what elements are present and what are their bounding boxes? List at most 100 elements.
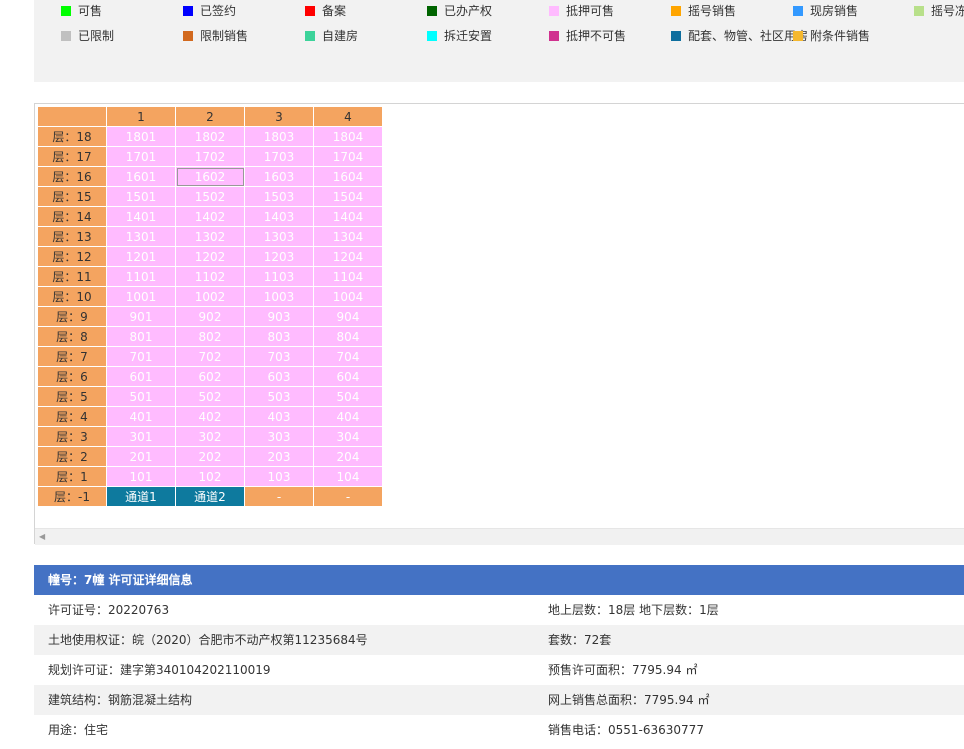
legend-label: 摇号冻 <box>931 4 964 18</box>
unit-cell[interactable]: 1204 <box>313 246 383 267</box>
unit-cell[interactable]: 804 <box>313 326 383 347</box>
legend-label: 配套、物管、社区用房 <box>688 29 809 43</box>
unit-cell[interactable]: 204 <box>313 446 383 467</box>
unit-cell[interactable]: 504 <box>313 386 383 407</box>
unit-cell[interactable]: 401 <box>106 406 176 427</box>
unit-cell[interactable]: 602 <box>175 366 245 387</box>
horizontal-scrollbar[interactable]: ◀ <box>35 528 964 545</box>
unit-cell[interactable]: 303 <box>244 426 314 447</box>
unit-cell[interactable]: 304 <box>313 426 383 447</box>
unit-cell[interactable]: 1501 <box>106 186 176 207</box>
unit-cell[interactable]: 701 <box>106 346 176 367</box>
unit-cell[interactable]: 1801 <box>106 126 176 147</box>
floor-label: 层：7 <box>37 346 107 367</box>
unit-cell[interactable]: 103 <box>244 466 314 487</box>
unit-cell[interactable]: 201 <box>106 446 176 467</box>
permit-info-right: 网上销售总面积：7795.94 ㎡ <box>548 693 710 707</box>
unit-cell[interactable]: 1601 <box>106 166 176 187</box>
unit-cell[interactable]: 503 <box>244 386 314 407</box>
unit-cell[interactable]: 502 <box>175 386 245 407</box>
legend-item: 现房销售 <box>793 3 858 19</box>
status-legend: 可售 已签约 备案 已办产权 抵押可售 摇号销售 现房销售 摇号冻 已限制 限制销售 自建房 拆迁安置… <box>34 0 964 82</box>
unit-cell[interactable]: 702 <box>175 346 245 367</box>
unit-cell[interactable]: 102 <box>175 466 245 487</box>
legend-item: 备案 <box>305 3 346 19</box>
floor-row: 层：16 1601 1602 1603 1604 <box>37 166 383 187</box>
unit-cell[interactable]: 704 <box>313 346 383 367</box>
legend-item: 抵押不可售 <box>549 28 626 44</box>
unit-cell[interactable]: 1701 <box>106 146 176 167</box>
unit-cell[interactable]: 501 <box>106 386 176 407</box>
unit-cell[interactable]: 1002 <box>175 286 245 307</box>
unit-cell[interactable]: 1104 <box>313 266 383 287</box>
unit-cell[interactable]: 1803 <box>244 126 314 147</box>
scroll-left-arrow-icon[interactable]: ◀ <box>39 532 45 542</box>
unit-cell[interactable]: 1502 <box>175 186 245 207</box>
unit-cell[interactable]: 1303 <box>244 226 314 247</box>
passage-cell[interactable]: 通道1 <box>106 486 176 507</box>
legend-item: 摇号冻 <box>914 3 964 19</box>
floor-row: 层：2 201 202 203 204 <box>37 446 383 467</box>
unit-cell[interactable]: 403 <box>244 406 314 427</box>
legend-label: 已签约 <box>200 4 237 18</box>
passage-cell[interactable]: 通道2 <box>175 486 245 507</box>
unit-cell[interactable]: 1401 <box>106 206 176 227</box>
unit-cell[interactable]: 1404 <box>313 206 383 227</box>
unit-cell[interactable]: 1602 <box>175 166 245 187</box>
unit-cell[interactable]: 104 <box>313 466 383 487</box>
unit-cell[interactable]: 1304 <box>313 226 383 247</box>
unit-cell[interactable]: 1402 <box>175 206 245 227</box>
unit-cell[interactable]: 903 <box>244 306 314 327</box>
unit-cell[interactable]: 1403 <box>244 206 314 227</box>
unit-cell[interactable]: 901 <box>106 306 176 327</box>
unit-cell[interactable]: 1703 <box>244 146 314 167</box>
unit-cell[interactable]: 1804 <box>313 126 383 147</box>
unit-cell[interactable]: 904 <box>313 306 383 327</box>
column-header: 3 <box>244 106 314 127</box>
column-header: 1 <box>106 106 176 127</box>
unit-cell[interactable]: 1503 <box>244 186 314 207</box>
legend-label: 自建房 <box>322 29 359 43</box>
unit-cell[interactable]: 601 <box>106 366 176 387</box>
unit-cell[interactable]: 1504 <box>313 186 383 207</box>
floor-label: 层：2 <box>37 446 107 467</box>
unit-cell[interactable]: 1001 <box>106 286 176 307</box>
unit-cell[interactable]: 803 <box>244 326 314 347</box>
floor-label: 层：4 <box>37 406 107 427</box>
unit-cell[interactable]: 703 <box>244 346 314 367</box>
unit-cell[interactable]: 1102 <box>175 266 245 287</box>
unit-cell[interactable]: 1202 <box>175 246 245 267</box>
floor-label: 层：18 <box>37 126 107 147</box>
floor-label: 层：3 <box>37 426 107 447</box>
unit-cell[interactable]: 202 <box>175 446 245 467</box>
unit-cell[interactable]: 1802 <box>175 126 245 147</box>
unit-cell[interactable]: 404 <box>313 406 383 427</box>
legend-item: 可售 <box>61 3 102 19</box>
unit-cell[interactable]: 1704 <box>313 146 383 167</box>
unit-cell[interactable]: 402 <box>175 406 245 427</box>
unit-cell[interactable]: 203 <box>244 446 314 467</box>
legend-item: 自建房 <box>305 28 358 44</box>
unit-cell[interactable]: 1604 <box>313 166 383 187</box>
floor-row: 层：15 1501 1502 1503 1504 <box>37 186 383 207</box>
unit-cell[interactable]: 1004 <box>313 286 383 307</box>
unit-cell[interactable]: 302 <box>175 426 245 447</box>
unit-cell[interactable]: 1103 <box>244 266 314 287</box>
unit-cell[interactable]: 101 <box>106 466 176 487</box>
unit-cell[interactable]: 802 <box>175 326 245 347</box>
unit-cell[interactable]: 1003 <box>244 286 314 307</box>
unit-cell[interactable]: 1603 <box>244 166 314 187</box>
unit-cell[interactable]: 301 <box>106 426 176 447</box>
legend-label: 现房销售 <box>810 4 859 18</box>
legend-label: 可售 <box>78 4 103 18</box>
unit-cell[interactable]: 1301 <box>106 226 176 247</box>
unit-cell[interactable]: 604 <box>313 366 383 387</box>
unit-cell[interactable]: 1101 <box>106 266 176 287</box>
unit-cell[interactable]: 1203 <box>244 246 314 267</box>
unit-cell[interactable]: 1702 <box>175 146 245 167</box>
unit-cell[interactable]: 1201 <box>106 246 176 267</box>
unit-cell[interactable]: 902 <box>175 306 245 327</box>
unit-cell[interactable]: 603 <box>244 366 314 387</box>
unit-cell[interactable]: 1302 <box>175 226 245 247</box>
unit-cell[interactable]: 801 <box>106 326 176 347</box>
